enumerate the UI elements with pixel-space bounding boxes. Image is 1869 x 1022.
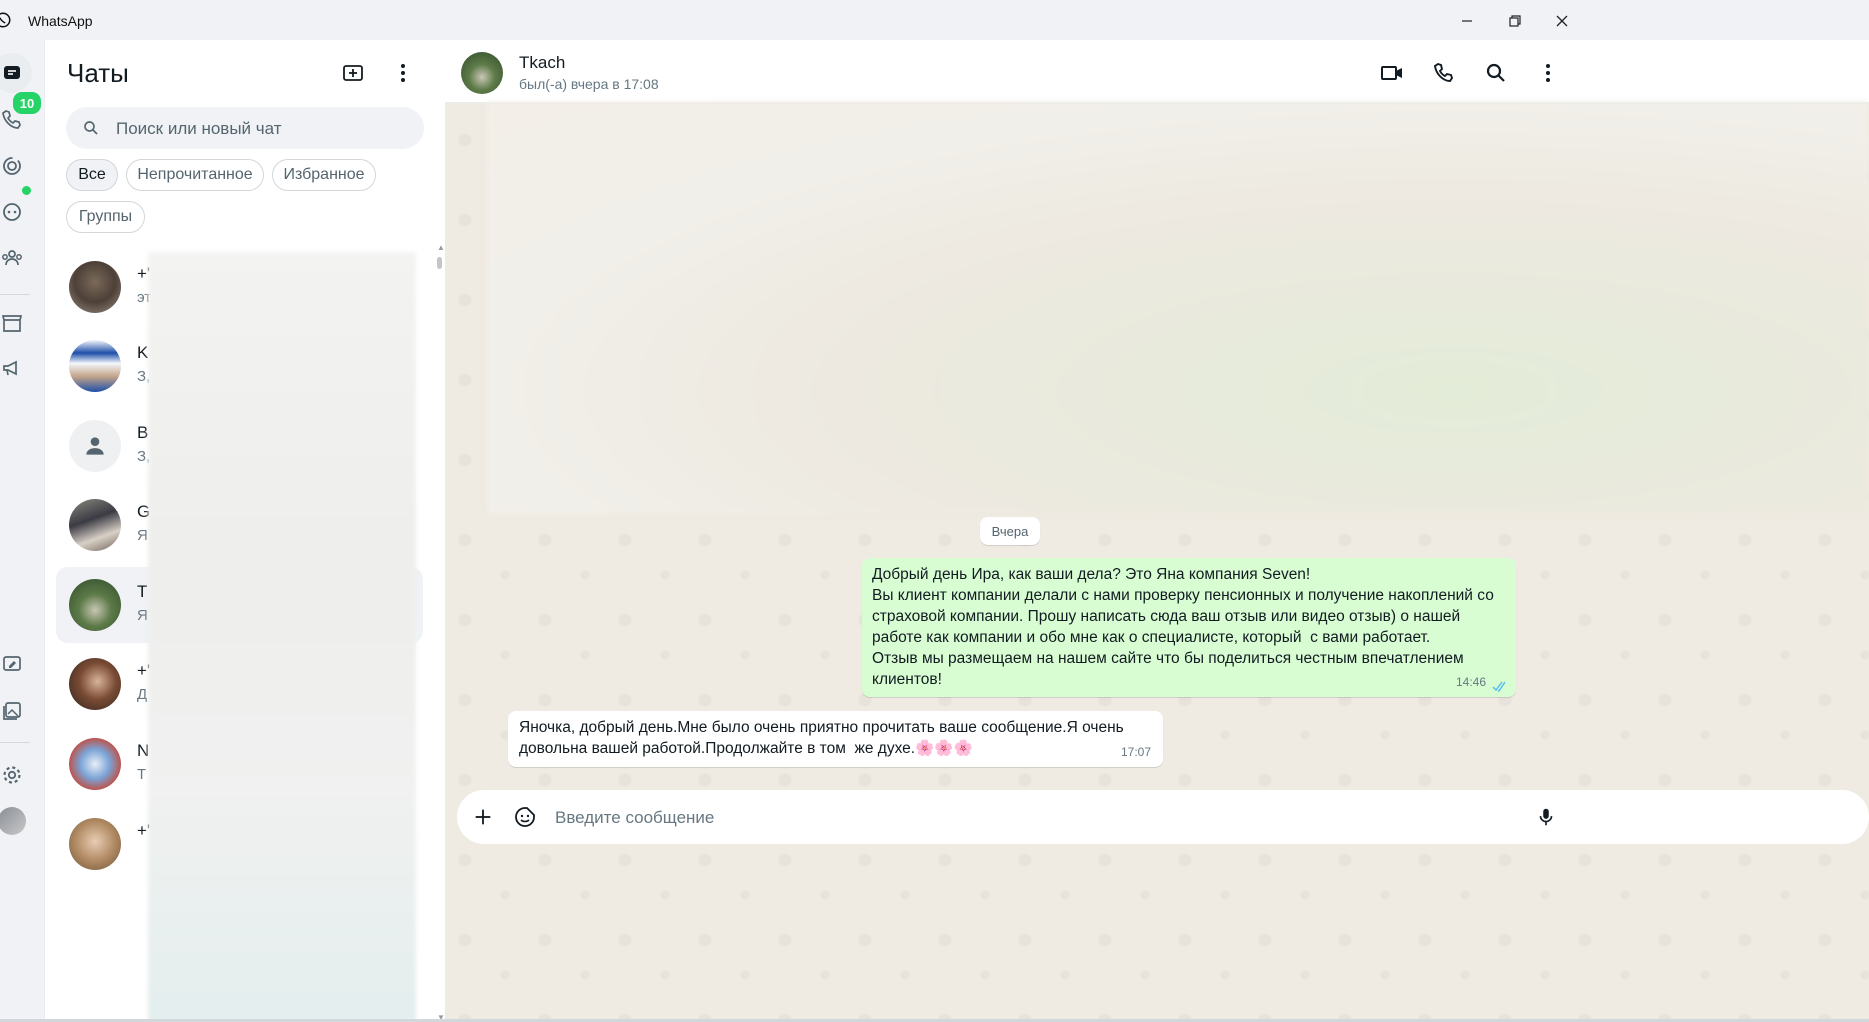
rail-business-tools-button[interactable] [0,303,34,343]
sticker-icon [515,807,535,827]
rail-divider-bottom [0,742,30,743]
chats-icon [4,66,20,79]
avatar [69,261,121,313]
video-call-button[interactable] [1374,55,1410,91]
rail-status-button[interactable] [0,146,34,186]
filter-chip-unread[interactable]: Непрочитанное [126,159,264,191]
avatar [69,658,121,710]
gallery-icon [3,702,21,720]
avatar [69,499,121,551]
rail-settings-button[interactable] [0,755,34,795]
message-text: Добрый день Ира, как ваши дела? Это Яна … [872,566,1494,688]
menu-button[interactable] [385,55,421,91]
date-separator: Вчера [980,517,1040,545]
search-input[interactable] [114,107,418,151]
incoming-message[interactable]: Яночка, добрый день.Мне было очень прият… [508,711,1163,767]
chat-preview: Д [137,686,148,703]
message-text: Яночка, добрый день.Мне было очень прият… [519,719,1129,757]
kebab-menu-icon [401,64,405,82]
status-icon [3,157,21,175]
chat-preview: Я [137,607,148,624]
store-icon [1,315,23,332]
message-time: 14:46 [1455,675,1486,689]
redacted-area [148,252,416,1022]
kebab-menu-icon [1546,64,1550,82]
scroll-up-arrow-icon[interactable]: ▲ [437,244,445,252]
restore-button[interactable] [1501,8,1529,34]
filter-chip-favorites[interactable]: Избранное [272,159,376,191]
window-title: WhatsApp [28,13,93,29]
new-chat-button[interactable] [335,55,371,91]
rail-chats-button[interactable] [0,53,32,93]
rail-ads-button[interactable] [0,348,34,388]
voice-message-button[interactable] [1529,800,1563,834]
search-in-chat-button[interactable] [1478,55,1514,91]
contact-status: был(-а) вчера в 17:08 [519,76,659,92]
avatar [69,340,121,392]
minimize-button[interactable] [1453,8,1481,34]
rail-profile-button[interactable] [0,801,34,841]
outgoing-message[interactable]: Добрый день Ира, как ваши дела? Это Яна … [862,558,1516,697]
page-title: Чаты [67,58,129,88]
close-button[interactable] [1548,8,1576,34]
rail-media-button[interactable] [0,691,34,731]
rail-status-edit-button[interactable] [0,645,34,685]
rail-calls-button[interactable] [0,100,34,140]
chat-menu-button[interactable] [1530,55,1566,91]
sticker-button[interactable] [508,800,542,834]
chat-preview: Т [137,766,147,783]
conversation-panel: Tkach был(-а) вчера в 17:08 Вчера Добрый… [445,40,1869,1022]
phone-icon [1433,62,1454,82]
gear-icon [3,766,21,784]
video-camera-icon [1381,66,1402,80]
chat-list-scrollbar[interactable]: ▲ ▼ [437,244,445,1022]
blurred-media-message[interactable] [487,102,1869,514]
scroll-thumb[interactable] [437,257,442,269]
chat-name: B [137,423,149,442]
conversation-header[interactable]: Tkach был(-а) вчера в 17:08 [445,40,1869,103]
megaphone-icon [3,360,17,376]
communities-icon [2,250,22,266]
restore-icon [1509,15,1521,27]
contact-name: Tkach [519,53,566,72]
plus-icon [475,809,491,825]
avatar [69,420,121,472]
close-icon [1556,15,1568,27]
search-icon [84,121,98,135]
filter-chip-all[interactable]: Все [66,159,118,191]
channels-icon [3,203,21,221]
rail-channels-button[interactable] [0,192,34,232]
message-composer [457,790,1869,846]
contact-avatar[interactable] [461,52,503,94]
rail-communities-button[interactable] [0,238,34,278]
chat-preview: Я [137,527,148,544]
message-input[interactable] [553,790,1757,846]
search-bar [66,107,424,151]
new-chat-icon [343,65,363,81]
edit-note-icon [3,656,21,671]
attach-button[interactable] [466,800,500,834]
avatar [69,579,121,631]
chat-name: T [137,582,148,601]
avatar [69,818,121,870]
phone-icon [2,110,21,129]
chat-list-panel: Чаты Все Непрочитанное Избранное Группы … [44,40,446,1022]
search-icon [1486,63,1505,82]
default-avatar-icon [86,437,104,455]
message-time: 17:07 [1120,745,1151,759]
minimize-icon [1462,20,1472,22]
voice-call-button[interactable] [1426,55,1462,91]
avatar [69,738,121,790]
navigation-rail: 10 [0,40,44,1022]
microphone-icon [1539,808,1553,826]
filter-chip-groups[interactable]: Группы [66,201,145,233]
title-bar: WhatsApp [0,0,1869,40]
profile-avatar [0,807,26,835]
chat-name: K [137,343,149,362]
rail-divider [0,294,30,295]
read-receipt-icon [1492,681,1506,692]
whatsapp-logo-icon [0,12,11,28]
